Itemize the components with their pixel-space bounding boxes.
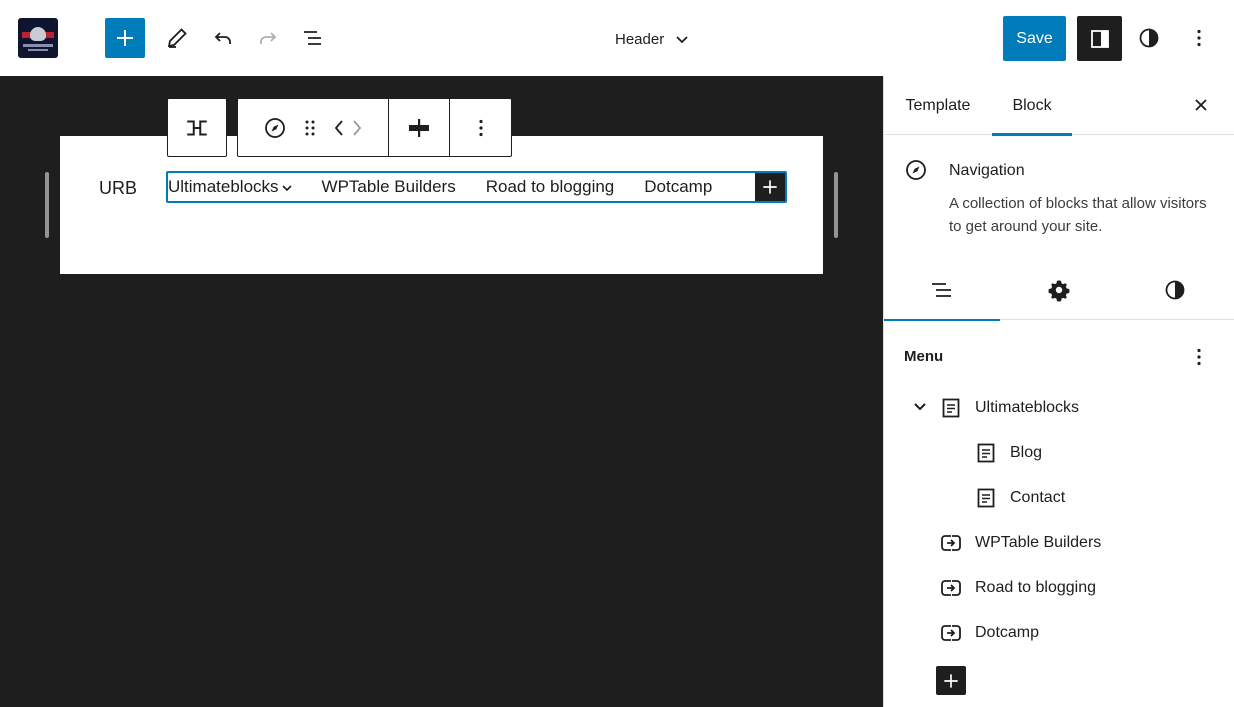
justify-center-icon xyxy=(409,118,429,137)
tab-list-view[interactable] xyxy=(884,260,1000,321)
styles-button[interactable] xyxy=(1129,18,1169,58)
save-button[interactable]: Save xyxy=(1003,16,1066,61)
nav-item-label: Road to blogging xyxy=(485,177,615,196)
plus-icon xyxy=(117,30,133,46)
site-icon-button[interactable] xyxy=(0,0,75,76)
plus-icon xyxy=(763,180,777,194)
menu-item-label: Ultimateblocks xyxy=(975,399,1080,416)
chevron-down-icon xyxy=(676,36,688,44)
move-arrows[interactable] xyxy=(333,118,363,138)
redo-icon xyxy=(260,32,277,44)
settings-sidebar-toggle[interactable] xyxy=(1077,16,1122,61)
page-icon xyxy=(939,396,963,420)
nav-item-dotcamp[interactable]: Dotcamp xyxy=(644,177,712,197)
site-logo-image xyxy=(17,18,58,58)
document-title: Header xyxy=(615,30,665,48)
chevron-left-icon[interactable] xyxy=(333,118,345,138)
compass-icon xyxy=(904,158,928,187)
undo-button[interactable] xyxy=(203,18,243,58)
chevron-right-icon[interactable] xyxy=(351,118,363,138)
nav-item-wptable-builders[interactable]: WPTable Builders xyxy=(322,177,456,197)
block-options-button[interactable] xyxy=(450,99,511,156)
editor-canvas: URB Ultimateblocks WPTable Builders Road… xyxy=(0,76,883,707)
options-button[interactable] xyxy=(1181,18,1217,58)
drag-handle[interactable] xyxy=(301,116,319,140)
nav-item-road-to-blogging[interactable]: Road to blogging xyxy=(486,177,615,197)
menu-item-dotcamp[interactable]: Dotcamp xyxy=(939,618,1039,648)
tab-settings[interactable] xyxy=(1001,260,1117,320)
select-parent-button[interactable] xyxy=(167,98,227,157)
compass-icon xyxy=(265,117,285,138)
list-view-icon xyxy=(932,283,951,297)
tab-block[interactable]: Block xyxy=(992,76,1072,136)
block-card-title: Navigation xyxy=(949,162,1025,179)
menu-item-label: Dotcamp xyxy=(975,624,1040,641)
resize-handle-right[interactable] xyxy=(834,172,838,238)
list-view-button[interactable] xyxy=(293,18,333,58)
menu-item-wptable-builders[interactable]: WPTable Builders xyxy=(939,528,1101,558)
menu-item-ultimateblocks[interactable]: Ultimateblocks xyxy=(939,393,1079,423)
resize-handle-left[interactable] xyxy=(45,172,49,238)
template-part-icon xyxy=(187,120,207,135)
page-icon xyxy=(974,486,998,510)
sidebar-tabs: Template Block xyxy=(884,76,1234,136)
expand-toggle[interactable] xyxy=(910,394,930,418)
pencil-icon xyxy=(167,28,187,48)
list-view-icon xyxy=(304,31,321,45)
page-icon xyxy=(974,441,998,465)
custom-link-icon xyxy=(939,576,963,600)
navigation-block[interactable]: Ultimateblocks WPTable Builders Road to … xyxy=(166,171,787,203)
custom-link-icon xyxy=(939,531,963,555)
drag-handle-icon xyxy=(305,120,315,135)
plus-icon xyxy=(944,673,958,688)
vertical-dots-icon xyxy=(478,119,483,136)
half-circle-icon xyxy=(1139,28,1159,48)
menu-item-label: Contact xyxy=(1010,489,1066,506)
inspector-tabs xyxy=(884,260,1234,321)
add-menu-item-button[interactable] xyxy=(936,666,966,695)
chevron-down-icon xyxy=(914,403,926,411)
half-circle-icon xyxy=(1165,280,1185,300)
close-sidebar-button[interactable] xyxy=(1184,88,1218,122)
tab-styles[interactable] xyxy=(1117,260,1233,320)
justification-button[interactable] xyxy=(389,99,450,156)
tools-button[interactable] xyxy=(157,18,197,58)
site-title[interactable]: URB xyxy=(99,178,137,199)
nav-item-ultimateblocks[interactable]: Ultimateblocks xyxy=(168,177,293,197)
tab-template[interactable]: Template xyxy=(904,76,972,135)
redo-button[interactable] xyxy=(248,18,288,58)
vertical-dots-icon xyxy=(1197,348,1201,366)
editor-header: Header Save xyxy=(0,0,1234,76)
menu-item-label: Road to blogging xyxy=(975,579,1096,596)
nav-add-item-button[interactable] xyxy=(755,173,785,201)
block-toolbar xyxy=(237,98,512,157)
menu-item-label: WPTable Builders xyxy=(975,534,1102,551)
nav-item-label: Ultimateblocks xyxy=(168,177,279,196)
custom-link-icon xyxy=(939,621,963,645)
gear-icon xyxy=(1048,280,1070,302)
nav-item-label: Dotcamp xyxy=(644,177,713,196)
block-inserter-button[interactable] xyxy=(105,18,145,58)
menu-options-button[interactable] xyxy=(1184,342,1214,372)
chevron-down-icon xyxy=(281,185,292,192)
vertical-dots-icon xyxy=(1197,29,1201,47)
nav-item-label: WPTable Builders xyxy=(321,177,456,196)
menu-item-road-to-blogging[interactable]: Road to blogging xyxy=(939,573,1096,603)
menu-heading: Menu xyxy=(904,348,944,365)
block-card-description: A collection of blocks that allow visito… xyxy=(949,195,1207,235)
close-icon xyxy=(1195,99,1207,111)
sidebar-toggle-icon xyxy=(1090,29,1109,48)
document-title-dropdown[interactable]: Header xyxy=(615,26,690,52)
settings-sidebar: Template Block Navigation A collection o… xyxy=(883,76,1234,707)
menu-item-label: Blog xyxy=(1010,444,1043,461)
undo-icon xyxy=(214,32,231,44)
block-type-button[interactable] xyxy=(263,116,287,140)
menu-item-contact[interactable]: Contact xyxy=(974,483,1065,513)
block-switcher-group xyxy=(238,99,389,156)
menu-item-blog[interactable]: Blog xyxy=(974,438,1042,468)
